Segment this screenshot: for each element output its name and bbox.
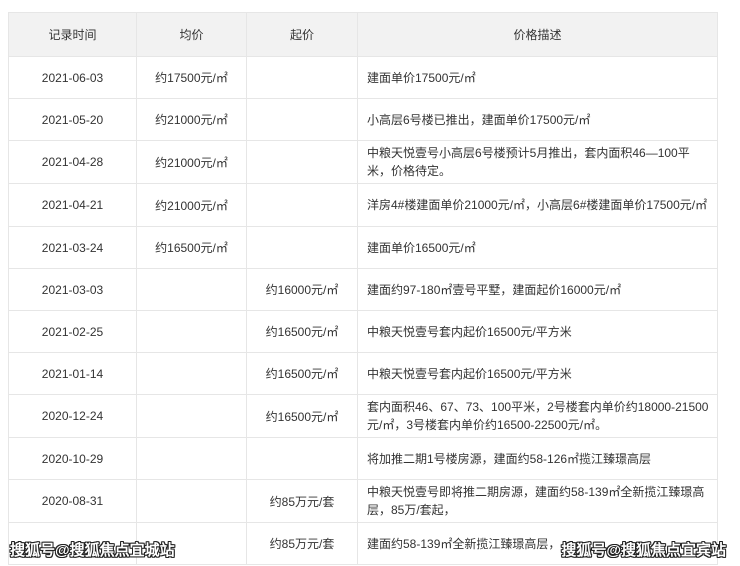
- cell-average-price: [136, 268, 247, 311]
- cell-price-description: 套内面积46、67、73、100平米，2号楼套内单价约18000-21500元/…: [357, 394, 718, 438]
- table-header-row: 记录时间 均价 起价 价格描述: [8, 12, 718, 57]
- cell-average-price: 约16500元/㎡: [136, 226, 247, 269]
- cell-record-time: 2020-08-31: [8, 479, 137, 523]
- price-history-table-container: 记录时间 均价 起价 价格描述 2021-06-03 约17500元/㎡ 建面单…: [8, 12, 718, 565]
- cell-average-price: 约21000元/㎡: [136, 98, 247, 141]
- table-row: 2021-03-24 约16500元/㎡ 建面单价16500元/㎡: [8, 226, 718, 269]
- cell-starting-price: 约85万元/套: [246, 479, 358, 523]
- cell-average-price: 约21000元/㎡: [136, 183, 247, 227]
- cell-price-description: 建面单价16500元/㎡: [357, 226, 718, 269]
- table-row: 2020-10-29 将加推二期1号楼房源，建面约58-126㎡揽江臻璟高层: [8, 437, 718, 480]
- column-header-price-description: 价格描述: [357, 12, 718, 57]
- cell-record-time: 2020-12-24: [8, 394, 137, 438]
- cell-record-time: 2021-03-03: [8, 268, 137, 311]
- cell-average-price: [136, 352, 247, 395]
- cell-starting-price: 约16000元/㎡: [246, 268, 358, 311]
- column-header-average-price: 均价: [136, 12, 247, 57]
- column-header-starting-price: 起价: [246, 12, 358, 57]
- cell-average-price: [136, 310, 247, 353]
- table-row: 2021-04-28 约21000元/㎡ 中粮天悦壹号小高层6号楼预计5月推出，…: [8, 140, 718, 184]
- cell-price-description: 洋房4#楼建面单价21000元/㎡，小高层6#楼建面单价17500元/㎡: [357, 183, 718, 227]
- table-row: 2020-08-31 约85万元/套 中粮天悦壹号即将推二期房源，建面约58-1…: [8, 479, 718, 523]
- cell-starting-price: 约85万元/套: [246, 522, 358, 565]
- cell-record-time: 2021-02-25: [8, 310, 137, 353]
- cell-record-time: 2020-10-29: [8, 437, 137, 480]
- cell-starting-price: [246, 56, 358, 99]
- table-row: 2020-12-24 约16500元/㎡ 套内面积46、67、73、100平米，…: [8, 394, 718, 438]
- table-row: 2021-06-03 约17500元/㎡ 建面单价17500元/㎡: [8, 56, 718, 99]
- cell-average-price: 约17500元/㎡: [136, 56, 247, 99]
- cell-average-price: [136, 479, 247, 523]
- cell-price-description: 建面约97-180㎡壹号平墅，建面起价16000元/㎡: [357, 268, 718, 311]
- cell-record-time: 2021-04-28: [8, 140, 137, 184]
- cell-starting-price: 约16500元/㎡: [246, 352, 358, 395]
- cell-record-time: [8, 522, 137, 565]
- cell-starting-price: [246, 98, 358, 141]
- table-row: 2021-02-25 约16500元/㎡ 中粮天悦壹号套内起价16500元/平方…: [8, 310, 718, 353]
- cell-record-time: 2021-01-14: [8, 352, 137, 395]
- cell-price-description: 建面单价17500元/㎡: [357, 56, 718, 99]
- cell-starting-price: [246, 183, 358, 227]
- cell-price-description: 中粮天悦壹号小高层6号楼预计5月推出，套内面积46—100平米，价格待定。: [357, 140, 718, 184]
- table-row: 2021-05-20 约21000元/㎡ 小高层6号楼已推出，建面单价17500…: [8, 98, 718, 141]
- cell-record-time: 2021-04-21: [8, 183, 137, 227]
- cell-starting-price: [246, 140, 358, 184]
- table-row: 2021-03-03 约16000元/㎡ 建面约97-180㎡壹号平墅，建面起价…: [8, 268, 718, 311]
- cell-average-price: 约21000元/㎡: [136, 140, 247, 184]
- cell-starting-price: 约16500元/㎡: [246, 310, 358, 353]
- cell-price-description: 将加推二期1号楼房源，建面约58-126㎡揽江臻璟高层: [357, 437, 718, 480]
- cell-price-description: 中粮天悦壹号即将推二期房源，建面约58-139㎡全新揽江臻璟高层，85万/套起，: [357, 479, 718, 523]
- table-row: 2021-01-14 约16500元/㎡ 中粮天悦壹号套内起价16500元/平方…: [8, 352, 718, 395]
- table-row: 约85万元/套 建面约58-139㎡全新揽江臻璟高层，: [8, 522, 718, 565]
- cell-price-description: 中粮天悦壹号套内起价16500元/平方米: [357, 310, 718, 353]
- cell-average-price: [136, 522, 247, 565]
- cell-price-description: 建面约58-139㎡全新揽江臻璟高层，: [357, 522, 718, 565]
- cell-price-description: 中粮天悦壹号套内起价16500元/平方米: [357, 352, 718, 395]
- cell-starting-price: [246, 226, 358, 269]
- cell-price-description: 小高层6号楼已推出，建面单价17500元/㎡: [357, 98, 718, 141]
- price-history-table: 记录时间 均价 起价 价格描述 2021-06-03 约17500元/㎡ 建面单…: [8, 12, 718, 565]
- cell-average-price: [136, 394, 247, 438]
- table-row: 2021-04-21 约21000元/㎡ 洋房4#楼建面单价21000元/㎡，小…: [8, 183, 718, 227]
- cell-starting-price: 约16500元/㎡: [246, 394, 358, 438]
- table-header: 记录时间 均价 起价 价格描述: [8, 12, 718, 57]
- column-header-record-time: 记录时间: [8, 12, 137, 57]
- table-body: 2021-06-03 约17500元/㎡ 建面单价17500元/㎡ 2021-0…: [8, 56, 718, 565]
- cell-average-price: [136, 437, 247, 480]
- cell-record-time: 2021-06-03: [8, 56, 137, 99]
- cell-starting-price: [246, 437, 358, 480]
- cell-record-time: 2021-05-20: [8, 98, 137, 141]
- cell-record-time: 2021-03-24: [8, 226, 137, 269]
